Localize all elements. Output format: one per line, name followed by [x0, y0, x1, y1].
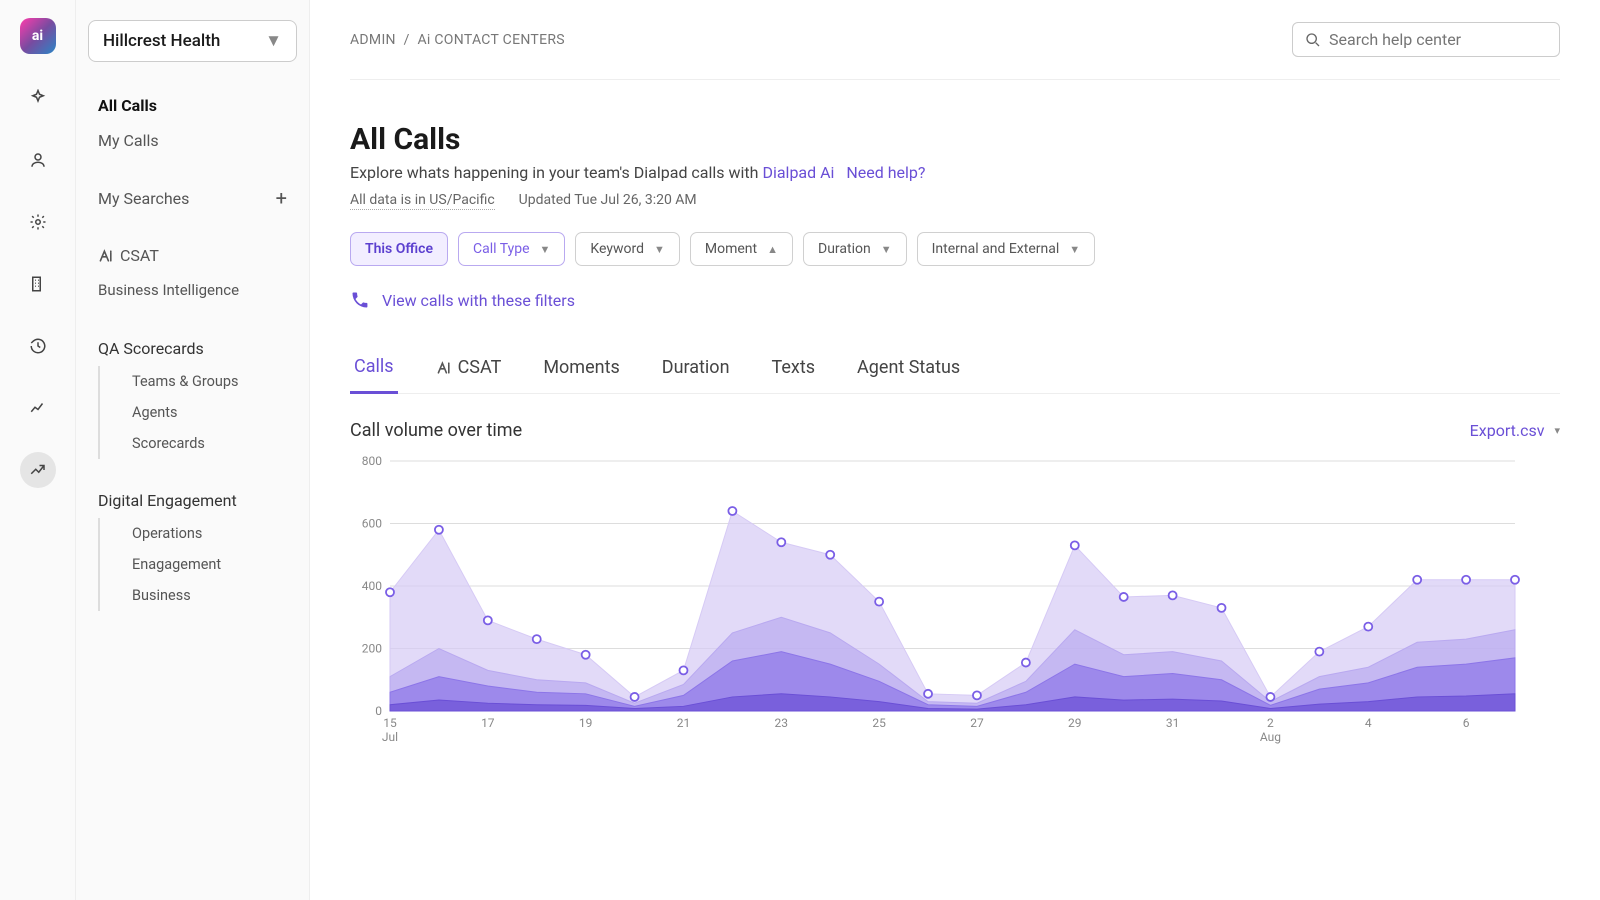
svg-text:27: 27	[970, 716, 984, 730]
search-input[interactable]	[1292, 22, 1560, 57]
tabs: Calls CSAT Moments Duration Texts Agent …	[350, 346, 1560, 394]
breadcrumb-admin[interactable]: ADMIN	[350, 32, 396, 48]
nav-qa-agents[interactable]: Agents	[98, 397, 309, 428]
svg-text:6: 6	[1463, 716, 1470, 730]
caret-down-icon: ▾	[1554, 424, 1560, 437]
export-button[interactable]: Export.csv ▾	[1470, 421, 1560, 440]
tab-texts[interactable]: Texts	[768, 346, 820, 393]
nav-my-calls[interactable]: My Calls	[76, 123, 309, 158]
page-subtitle: Explore whats happening in your team's D…	[350, 163, 1560, 182]
filter-keyword[interactable]: Keyword▼	[575, 232, 679, 266]
svg-text:17: 17	[481, 716, 495, 730]
main-content: ADMIN / Ai CONTACT CENTERS All Calls Exp…	[310, 0, 1600, 900]
chart-area: 0 200 400 600 800 15Jul 17 19 21 23 25 27 29 31 2Aug 4 6	[350, 451, 1560, 751]
svg-text:23: 23	[775, 716, 789, 730]
filter-duration[interactable]: Duration▼	[803, 232, 907, 266]
tab-calls[interactable]: Calls	[350, 346, 398, 394]
nav-qa-teams[interactable]: Teams & Groups	[98, 366, 309, 397]
tab-moments[interactable]: Moments	[539, 346, 623, 393]
phone-icon	[350, 290, 370, 310]
breadcrumb-section[interactable]: Ai CONTACT CENTERS	[417, 32, 564, 48]
plus-icon[interactable]: +	[276, 186, 287, 210]
chevron-down-icon: ▼	[881, 243, 892, 256]
chart-title: Call volume over time	[350, 420, 522, 441]
nav-qa-scorecards[interactable]: Scorecards	[98, 428, 309, 459]
nav-bi[interactable]: Business Intelligence	[76, 273, 309, 307]
timezone-label: All data is in US/Pacific	[350, 192, 495, 210]
tab-duration[interactable]: Duration	[658, 346, 734, 393]
trend-icon[interactable]	[20, 452, 56, 488]
history-icon[interactable]	[20, 328, 56, 364]
nav-de-engagement[interactable]: Enagagement	[98, 549, 309, 580]
nav-qa-header[interactable]: QA Scorecards	[76, 331, 309, 366]
app-logo: ai	[20, 18, 56, 54]
search-icon	[1305, 32, 1321, 48]
link-need-help[interactable]: Need help?	[846, 163, 925, 182]
svg-text:200: 200	[362, 642, 382, 656]
page-meta: All data is in US/Pacific Updated Tue Ju…	[350, 192, 1560, 210]
svg-text:600: 600	[362, 517, 382, 531]
nav-csat[interactable]: CSAT	[76, 238, 309, 273]
filter-office[interactable]: This Office	[350, 232, 448, 266]
ai-icon	[436, 361, 452, 375]
breadcrumb: ADMIN / Ai CONTACT CENTERS	[350, 32, 565, 48]
sparkle-icon[interactable]	[20, 80, 56, 116]
page-title: All Calls	[350, 122, 1560, 157]
filter-call-type[interactable]: Call Type▼	[458, 232, 565, 266]
gear-icon[interactable]	[20, 204, 56, 240]
filter-moment[interactable]: Moment▲	[690, 232, 793, 266]
svg-text:800: 800	[362, 454, 382, 468]
chevron-up-icon: ▲	[767, 243, 778, 256]
nav-de-operations[interactable]: Operations	[98, 518, 309, 549]
chevron-down-icon: ▼	[540, 243, 551, 256]
filter-scope[interactable]: Internal and External▼	[917, 232, 1096, 266]
topbar: ADMIN / Ai CONTACT CENTERS	[350, 0, 1560, 80]
ai-icon	[98, 249, 114, 263]
svg-text:19: 19	[579, 716, 593, 730]
tab-csat[interactable]: CSAT	[432, 346, 506, 393]
svg-text:400: 400	[362, 579, 382, 593]
svg-text:15: 15	[383, 716, 397, 730]
icon-rail: ai	[0, 0, 76, 900]
workspace-name: Hillcrest Health	[103, 31, 220, 51]
svg-text:Aug: Aug	[1260, 730, 1281, 744]
nav-de-header[interactable]: Digital Engagement	[76, 483, 309, 518]
chevron-down-icon: ▼	[654, 243, 665, 256]
person-icon[interactable]	[20, 142, 56, 178]
chart-line-icon[interactable]	[20, 390, 56, 426]
search-field[interactable]	[1329, 30, 1547, 49]
link-dialpad-ai[interactable]: Dialpad Ai	[762, 163, 834, 182]
svg-text:Jul: Jul	[382, 730, 398, 744]
svg-text:29: 29	[1068, 716, 1082, 730]
svg-text:31: 31	[1166, 716, 1180, 730]
building-icon[interactable]	[20, 266, 56, 302]
updated-label: Updated Tue Jul 26, 3:20 AM	[519, 192, 697, 210]
svg-text:0: 0	[375, 704, 382, 718]
nav-all-calls[interactable]: All Calls	[76, 88, 309, 123]
sidebar: Hillcrest Health ▼ All Calls My Calls My…	[76, 0, 310, 900]
tab-agent-status[interactable]: Agent Status	[853, 346, 964, 393]
chevron-down-icon: ▼	[265, 31, 282, 51]
svg-text:25: 25	[872, 716, 886, 730]
view-calls-link[interactable]: View calls with these filters	[350, 290, 1560, 310]
svg-text:4: 4	[1365, 716, 1372, 730]
svg-text:21: 21	[677, 716, 691, 730]
workspace-selector[interactable]: Hillcrest Health ▼	[88, 20, 297, 62]
chevron-down-icon: ▼	[1069, 243, 1080, 256]
nav-my-searches[interactable]: My Searches +	[76, 178, 309, 218]
filter-bar: This Office Call Type▼ Keyword▼ Moment▲ …	[350, 232, 1560, 266]
svg-text:2: 2	[1267, 716, 1274, 730]
nav-de-business[interactable]: Business	[98, 580, 309, 611]
